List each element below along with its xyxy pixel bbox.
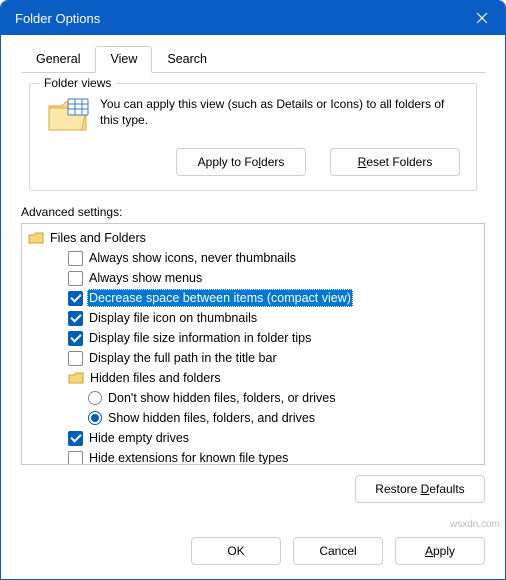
close-button[interactable] — [459, 1, 505, 35]
folder-views-icon — [46, 96, 90, 136]
tree-item[interactable]: Don't show hidden files, folders, or dri… — [24, 388, 482, 408]
checkbox[interactable] — [68, 351, 83, 366]
restore-defaults-button[interactable]: Restore Defaults — [355, 475, 485, 503]
tab-strip: General View Search — [21, 45, 485, 73]
checkbox[interactable] — [68, 431, 83, 446]
checkbox[interactable] — [68, 291, 83, 306]
tree-node-label: Show hidden files, folders, and drives — [106, 409, 317, 427]
window-title: Folder Options — [15, 11, 459, 26]
dialog-button-row: OK Cancel Apply — [1, 525, 505, 579]
tree-node-label: Display the full path in the title bar — [87, 349, 279, 367]
tree-item[interactable]: Show hidden files, folders, and drives — [24, 408, 482, 428]
tree-node-label: Hide extensions for known file types — [87, 449, 290, 465]
tab-general[interactable]: General — [21, 46, 95, 73]
checkbox[interactable] — [68, 271, 83, 286]
tree-node-label: Don't show hidden files, folders, or dri… — [106, 389, 338, 407]
tree-item[interactable]: Always show menus — [24, 268, 482, 288]
cancel-button[interactable]: Cancel — [293, 537, 383, 565]
tree-node-label: Decrease space between items (compact vi… — [87, 289, 353, 307]
tab-view[interactable]: View — [95, 46, 152, 73]
folder-views-group-label: Folder views — [40, 76, 115, 90]
tab-view-content: Folder views You can apply this view (su… — [21, 73, 485, 503]
tree-node-label: Files and Folders — [48, 229, 148, 247]
tree-item[interactable]: Hide empty drives — [24, 428, 482, 448]
checkbox[interactable] — [68, 251, 83, 266]
folder-icon — [28, 231, 44, 245]
tree-item[interactable]: Always show icons, never thumbnails — [24, 248, 482, 268]
tree-node-label: Display file icon on thumbnails — [87, 309, 259, 327]
titlebar: Folder Options — [1, 1, 505, 35]
tree-item[interactable]: Hide extensions for known file types — [24, 448, 482, 465]
folder-options-window: Folder Options General View Search Folde… — [0, 0, 506, 580]
advanced-settings-tree[interactable]: Files and Folders Always show icons, nev… — [21, 223, 485, 465]
checkbox[interactable] — [68, 311, 83, 326]
checkbox[interactable] — [68, 451, 83, 466]
tree-node-label: Hidden files and folders — [88, 369, 223, 387]
tab-search[interactable]: Search — [152, 46, 222, 73]
reset-folders-button[interactable]: Reset Folders — [330, 148, 460, 176]
tree-item[interactable]: Display file icon on thumbnails — [24, 308, 482, 328]
dialog-body: General View Search Folder views You can… — [1, 35, 505, 525]
tree-item[interactable]: Display file size information in folder … — [24, 328, 482, 348]
tree-node-label: Display file size information in folder … — [87, 329, 313, 347]
folder-views-group: Folder views You can apply this view (su… — [29, 83, 477, 191]
tree-item[interactable]: Hidden files and folders — [24, 368, 482, 388]
apply-to-folders-button[interactable]: Apply to Folders — [176, 148, 306, 176]
close-icon — [476, 12, 488, 24]
tree-node-label: Always show menus — [87, 269, 204, 287]
tree-folder-root[interactable]: Files and Folders — [24, 228, 482, 248]
tree-item[interactable]: Decrease space between items (compact vi… — [24, 288, 482, 308]
folder-icon — [68, 371, 84, 385]
tree-item[interactable]: Display the full path in the title bar — [24, 348, 482, 368]
folder-views-description: You can apply this view (such as Details… — [100, 96, 460, 128]
apply-button[interactable]: Apply — [395, 537, 485, 565]
advanced-settings-label: Advanced settings: — [21, 205, 485, 219]
radio[interactable] — [88, 411, 102, 425]
checkbox[interactable] — [68, 331, 83, 346]
radio[interactable] — [88, 391, 102, 405]
tree-node-label: Hide empty drives — [87, 429, 191, 447]
watermark: wsxdn.com — [450, 519, 500, 530]
ok-button[interactable]: OK — [191, 537, 281, 565]
tree-node-label: Always show icons, never thumbnails — [87, 249, 298, 267]
